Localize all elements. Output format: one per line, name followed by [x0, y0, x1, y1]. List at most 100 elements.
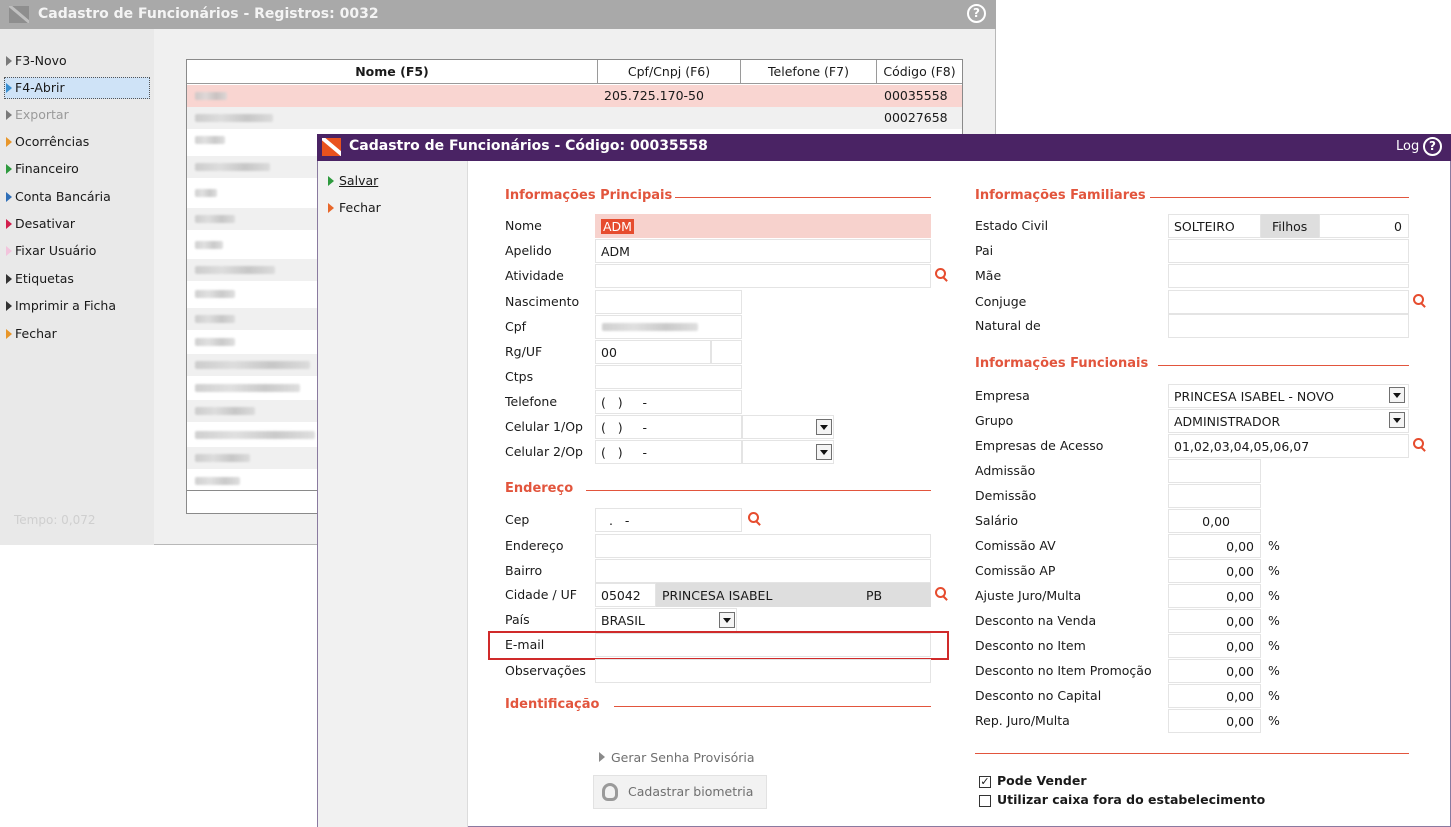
arrow-icon	[6, 192, 12, 202]
fechar-button[interactable]: Fechar	[326, 198, 381, 220]
chevron-down-icon[interactable]	[816, 444, 832, 460]
column-header-nome[interactable]: Nome (F5)	[187, 60, 598, 84]
grupo-select[interactable]: ADMINISTRADOR	[1168, 409, 1409, 433]
search-icon[interactable]	[935, 587, 949, 601]
empresa-select[interactable]: PRINCESA ISABEL - NOVO	[1168, 384, 1409, 408]
search-icon[interactable]	[935, 268, 949, 282]
arrow-icon	[328, 203, 334, 213]
celular2-field[interactable]: ( ) -	[595, 440, 742, 464]
arrow-icon	[6, 274, 12, 284]
menu-item-etiquetas[interactable]: Etiquetas	[5, 269, 74, 291]
pct-row-label: Ajuste Juro/Multa	[975, 588, 1082, 603]
salvar-button[interactable]: Salvar	[326, 171, 378, 193]
menu-item-ocorrencias[interactable]: Ocorrências	[5, 132, 89, 154]
arrow-icon	[6, 329, 12, 339]
search-icon[interactable]	[1413, 438, 1427, 452]
chevron-down-icon[interactable]	[816, 419, 832, 435]
apelido-field[interactable]: ADM	[595, 239, 931, 263]
column-header-codigo[interactable]: Código (F8)	[877, 60, 962, 84]
pct-row-label: Comissão AV	[975, 538, 1056, 553]
acesso-field[interactable]: 01,02,03,04,05,06,07	[1168, 434, 1409, 458]
menu-item-fechar[interactable]: Fechar	[5, 324, 57, 346]
chevron-down-icon[interactable]	[719, 612, 735, 628]
pai-field[interactable]	[1168, 239, 1409, 263]
menu-item-desativar[interactable]: Desativar	[5, 214, 75, 236]
salario-field[interactable]: 0,00	[1168, 509, 1261, 533]
cidade-code-field[interactable]: 05042	[595, 583, 656, 607]
pct-row-field[interactable]: 0,00	[1168, 559, 1261, 583]
atividade-label: Atividade	[505, 268, 564, 283]
pct-row-field[interactable]: 0,00	[1168, 659, 1261, 683]
nascimento-field[interactable]	[595, 290, 742, 314]
atividade-field[interactable]	[595, 264, 931, 288]
menu-item-imprimir-ficha[interactable]: Imprimir a Ficha	[5, 296, 116, 318]
column-header-cpf[interactable]: Cpf/Cnpj (F6)	[598, 60, 741, 84]
observacoes-field[interactable]	[595, 659, 931, 683]
pct-row-field[interactable]: 0,00	[1168, 634, 1261, 658]
dialog-title-bar: Cadastro de Funcionários - Código: 00035…	[317, 134, 1451, 161]
arrow-icon	[6, 301, 12, 311]
pct-row-field[interactable]: 0,00	[1168, 609, 1261, 633]
search-icon[interactable]	[1413, 294, 1427, 308]
section-divider	[675, 197, 931, 198]
ctps-field[interactable]	[595, 365, 742, 389]
pai-label: Pai	[975, 243, 994, 258]
rg-field[interactable]: 00	[595, 340, 711, 364]
uf-field[interactable]	[711, 340, 742, 364]
pct-row-field[interactable]: 0,00	[1168, 534, 1261, 558]
pais-select[interactable]: BRASIL	[595, 608, 737, 632]
section-divider	[1150, 197, 1409, 198]
menu-item-conta-bancaria[interactable]: Conta Bancária	[5, 187, 111, 209]
endereco-label: Endereço	[505, 538, 564, 553]
telefone-field[interactable]: ( ) -	[595, 390, 742, 414]
acesso-label: Empresas de Acesso	[975, 438, 1104, 453]
log-link[interactable]: Log	[1396, 139, 1419, 154]
chevron-down-icon[interactable]	[1389, 387, 1405, 403]
bairro-field[interactable]	[595, 559, 931, 583]
demissao-field[interactable]	[1168, 484, 1261, 508]
cadastrar-biometria-button[interactable]: Cadastrar biometria	[593, 775, 767, 809]
uf-field: PB	[857, 583, 931, 607]
conjuge-field[interactable]	[1168, 290, 1409, 314]
search-icon[interactable]	[748, 512, 762, 526]
pode-vender-checkbox[interactable]: ✓	[979, 776, 991, 788]
estado-civil-field[interactable]: SOLTEIRO	[1168, 214, 1261, 238]
percent-symbol: %	[1268, 663, 1280, 678]
cell-codigo: 00027658	[884, 110, 948, 125]
section-divider	[975, 753, 1409, 754]
table-row[interactable]: 205.725.170-50 00035558	[187, 85, 962, 107]
menu-item-financeiro[interactable]: Financeiro	[5, 159, 79, 181]
percent-symbol: %	[1268, 588, 1280, 603]
caixa-fora-checkbox[interactable]	[979, 795, 991, 807]
pct-row-field[interactable]: 0,00	[1168, 709, 1261, 733]
column-header-telefone[interactable]: Telefone (F7)	[741, 60, 877, 84]
menu-item-novo[interactable]: F3-Novo	[5, 51, 67, 73]
cep-field[interactable]: . -	[595, 508, 742, 532]
arrow-icon	[6, 246, 12, 256]
celular1-field[interactable]: ( ) -	[595, 415, 742, 439]
endereco-field[interactable]	[595, 534, 931, 558]
mae-field[interactable]	[1168, 264, 1409, 288]
pct-row-field[interactable]: 0,00	[1168, 584, 1261, 608]
help-icon[interactable]: ?	[967, 4, 986, 23]
estado-civil-label: Estado Civil	[975, 218, 1049, 233]
cidade-label: Cidade / UF	[505, 587, 577, 602]
arrow-icon	[6, 83, 12, 93]
cpf-field[interactable]	[595, 315, 742, 339]
menu-item-exportar[interactable]: Exportar	[5, 105, 69, 127]
menu-item-abrir[interactable]: F4-Abrir	[4, 77, 150, 99]
admissao-field[interactable]	[1168, 459, 1261, 483]
natural-field[interactable]	[1168, 314, 1409, 338]
filhos-field[interactable]: 0	[1319, 214, 1409, 238]
grupo-label: Grupo	[975, 413, 1014, 428]
chevron-down-icon[interactable]	[1389, 412, 1405, 428]
gerar-senha-button[interactable]: Gerar Senha Provisória	[599, 746, 755, 770]
conjuge-label: Conjuge	[975, 294, 1027, 309]
nome-field[interactable]: ADM	[595, 214, 931, 238]
pct-row-label: Desconto no Item	[975, 638, 1086, 653]
pct-row-field[interactable]: 0,00	[1168, 684, 1261, 708]
help-icon[interactable]: ?	[1423, 137, 1442, 156]
caixa-fora-label: Utilizar caixa fora do estabelecimento	[997, 792, 1266, 807]
menu-item-fixar-usuario[interactable]: Fixar Usuário	[5, 241, 96, 263]
table-row[interactable]: 00027658	[187, 107, 962, 129]
